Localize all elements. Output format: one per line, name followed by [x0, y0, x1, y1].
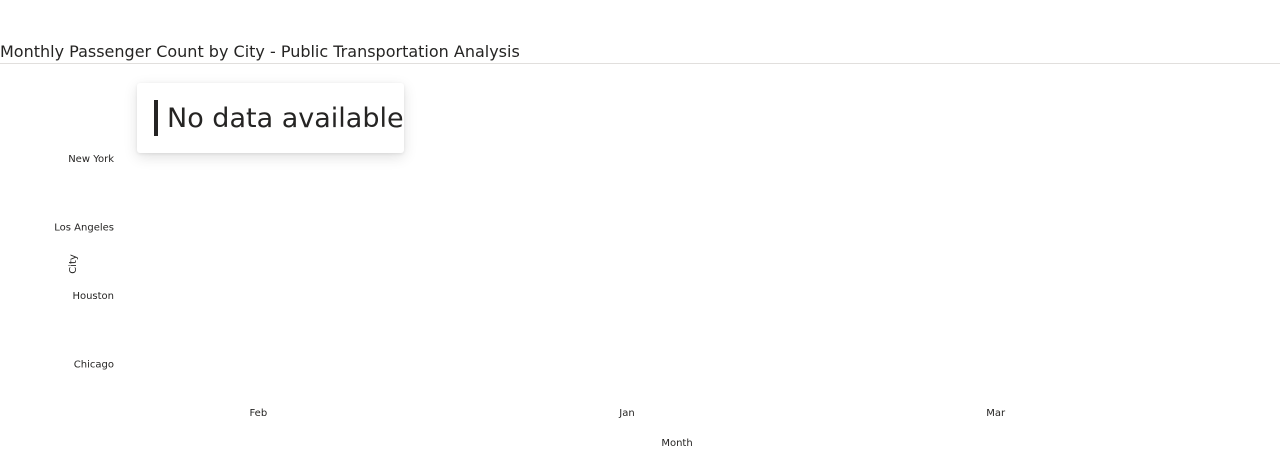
chart-page: Monthly Passenger Count by City - Public…	[0, 0, 1280, 454]
heatmap-chart: New York Los Angeles Houston Chicago Feb Jan…	[54, 154, 1006, 449]
no-data-accent-bar	[154, 100, 158, 136]
y-axis-title: City	[68, 254, 79, 274]
x-tick-label: Feb	[249, 408, 267, 419]
y-tick-label: Houston	[72, 291, 114, 302]
no-data-card: No data available	[137, 83, 404, 153]
x-axis-title: Month	[661, 438, 692, 449]
y-tick-label: Chicago	[74, 359, 114, 370]
x-tick-label: Mar	[986, 408, 1006, 419]
y-tick-label: New York	[68, 154, 114, 165]
x-axis-ticks: Feb Jan Mar	[249, 408, 1006, 419]
y-axis-ticks: New York Los Angeles Houston Chicago	[54, 154, 114, 371]
no-data-message: No data available	[167, 102, 404, 134]
y-tick-label: Los Angeles	[54, 222, 114, 233]
x-tick-label: Jan	[618, 408, 634, 419]
